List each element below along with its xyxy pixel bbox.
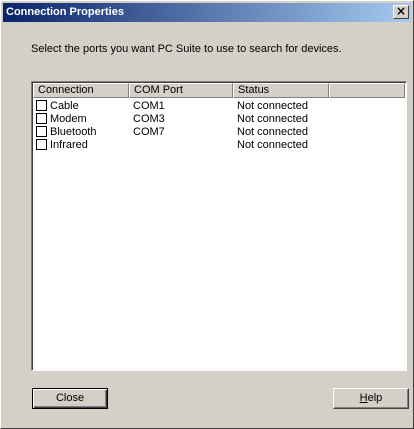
com-port-cell: COM3 xyxy=(133,112,165,125)
column-header-com-port[interactable]: COM Port xyxy=(129,83,233,98)
title-bar[interactable]: Connection Properties × xyxy=(3,3,411,22)
com-port-cell: COM7 xyxy=(133,125,165,138)
help-label-rest: elp xyxy=(367,392,383,404)
table-row[interactable]: Infrared Not connected xyxy=(33,138,405,151)
table-row[interactable]: Cable COM1 Not connected xyxy=(33,99,405,112)
checkbox-modem[interactable] xyxy=(36,113,47,124)
com-port-cell: COM1 xyxy=(133,99,165,112)
status-cell: Not connected xyxy=(237,125,308,138)
checkbox-infrared[interactable] xyxy=(36,139,47,150)
connection-cell: Cable xyxy=(33,100,129,112)
window-title: Connection Properties xyxy=(6,6,124,18)
checkbox-bluetooth[interactable] xyxy=(36,126,47,137)
connection-label: Cable xyxy=(50,99,79,112)
close-window-icon[interactable]: × xyxy=(393,5,409,19)
table-row[interactable]: Modem COM3 Not connected xyxy=(33,112,405,125)
status-cell: Not connected xyxy=(237,112,308,125)
list-header: Connection COM Port Status xyxy=(33,83,405,98)
connection-properties-dialog: Connection Properties × Select the ports… xyxy=(0,0,414,429)
help-button[interactable]: Help xyxy=(333,388,409,409)
table-row[interactable]: Bluetooth COM7 Not connected xyxy=(33,125,405,138)
checkbox-cable[interactable] xyxy=(36,100,47,111)
connection-cell: Infrared xyxy=(33,139,129,151)
help-accelerator: H xyxy=(359,392,368,404)
list-rows: Cable COM1 Not connected Modem COM3 Not … xyxy=(33,99,405,151)
column-header-status[interactable]: Status xyxy=(233,83,329,98)
connection-label: Bluetooth xyxy=(50,125,97,138)
connection-label: Modem xyxy=(50,112,87,125)
column-header-empty[interactable] xyxy=(329,83,405,98)
connection-cell: Modem xyxy=(33,113,129,125)
connection-cell: Bluetooth xyxy=(33,126,129,138)
instruction-text: Select the ports you want PC Suite to us… xyxy=(31,43,342,55)
close-button[interactable]: Close xyxy=(32,388,108,409)
status-cell: Not connected xyxy=(237,138,308,151)
connection-list[interactable]: Connection COM Port Status Cable COM1 No… xyxy=(31,81,407,371)
column-header-connection[interactable]: Connection xyxy=(33,83,129,98)
connection-label: Infrared xyxy=(50,138,88,151)
status-cell: Not connected xyxy=(237,99,308,112)
